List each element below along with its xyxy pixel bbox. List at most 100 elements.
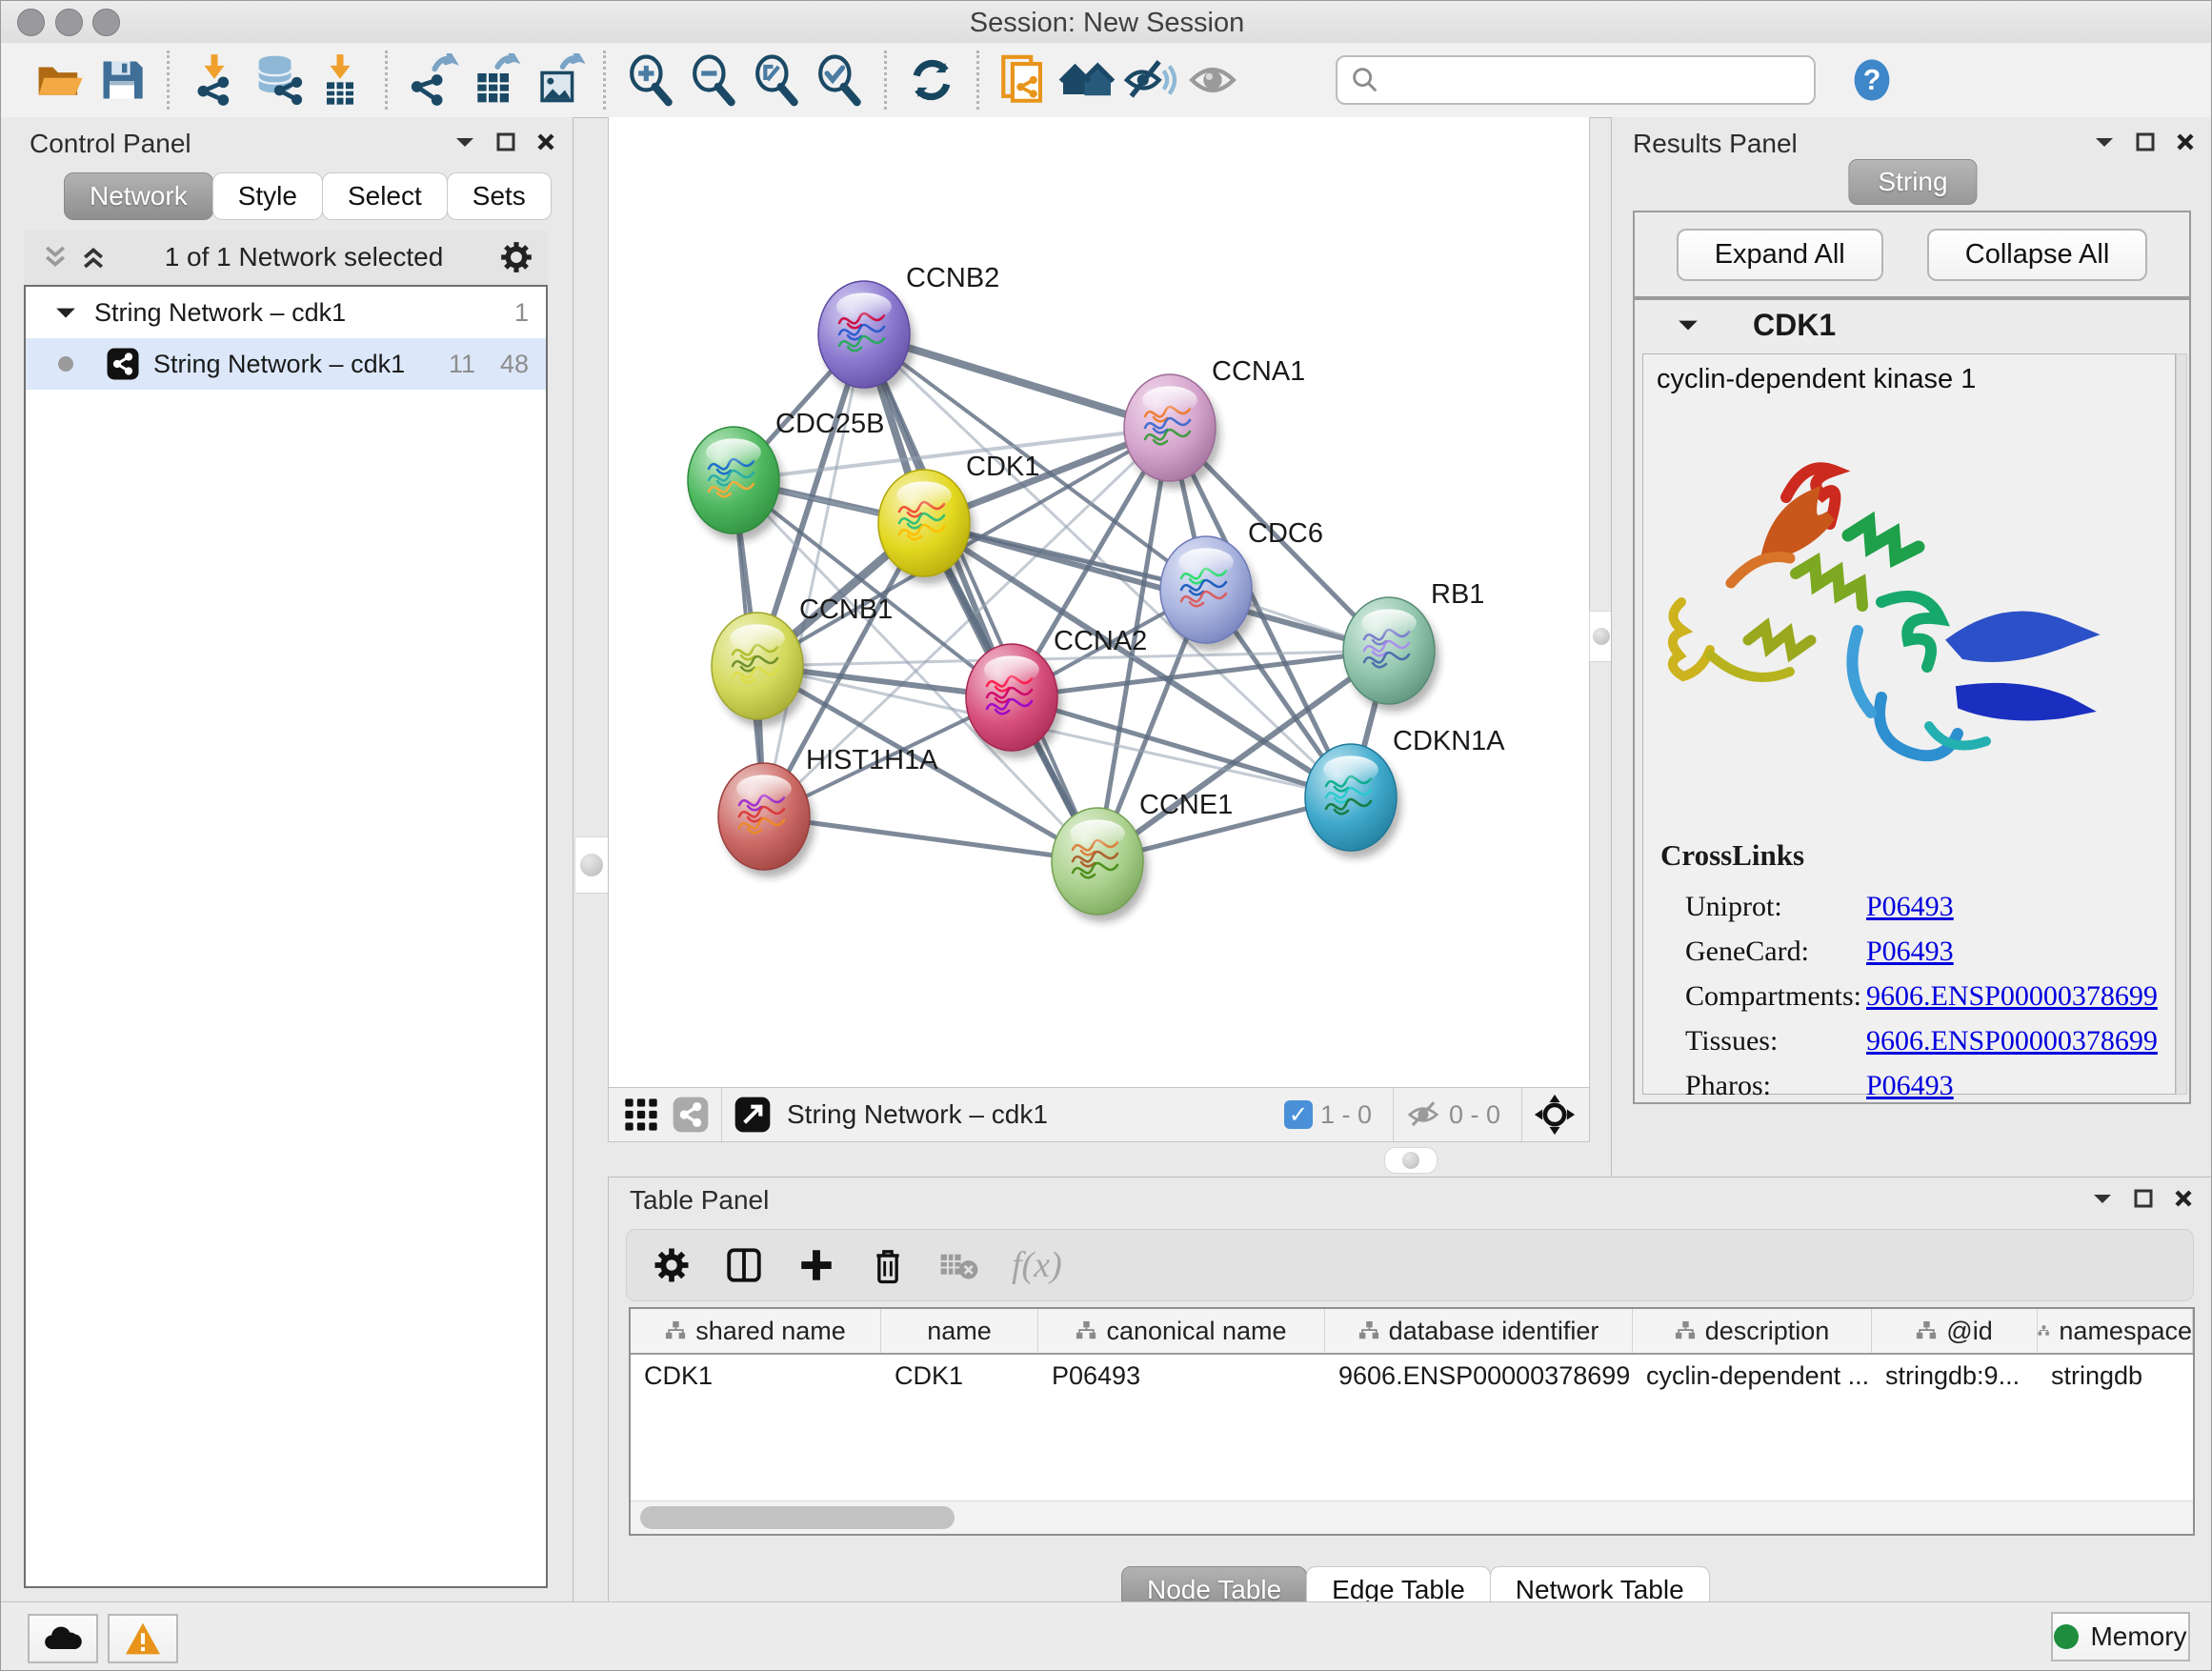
search-input[interactable]	[1389, 65, 1802, 96]
network-canvas[interactable]: CCNB2CCNA1CDC25BCDK1CDC6RB1CCNB1CCNA2CDK…	[608, 117, 1590, 1087]
export-image-button[interactable]	[527, 49, 590, 111]
help-button[interactable]: ?	[1840, 49, 1903, 111]
crosslink-label: Compartments:	[1685, 980, 1866, 1013]
table-horizontal-scrollbar[interactable]	[631, 1500, 2193, 1534]
expand-all-icon[interactable]	[77, 243, 110, 272]
table-cell[interactable]: CDK1	[631, 1355, 881, 1397]
open-in-window-icon[interactable]	[734, 1096, 772, 1134]
column-header-name[interactable]: name	[881, 1309, 1038, 1353]
column-header-database-identifier[interactable]: database identifier	[1325, 1309, 1633, 1353]
tab-style[interactable]: Style	[212, 172, 323, 220]
open-session-button[interactable]	[28, 49, 90, 111]
column-header-namespace[interactable]: namespace	[2038, 1309, 2193, 1353]
table-header-row: shared namenamecanonical namedatabase id…	[631, 1309, 2193, 1355]
crosslink-link[interactable]: 9606.ENSP00000378699	[1866, 1025, 2158, 1057]
panel-close-icon[interactable]	[2176, 132, 2195, 151]
network-node[interactable]	[966, 644, 1062, 758]
panel-float-icon[interactable]	[496, 132, 515, 151]
scrollbar-thumb[interactable]	[640, 1506, 955, 1529]
search-field[interactable]	[1336, 55, 1816, 105]
panel-float-icon[interactable]	[2136, 132, 2155, 151]
export-network-icon	[406, 53, 459, 107]
birds-eye-icon[interactable]	[1534, 1094, 1576, 1136]
panel-close-icon[interactable]	[536, 132, 555, 151]
selected-checkbox-icon[interactable]: ✓	[1284, 1100, 1313, 1129]
network-node[interactable]	[1305, 744, 1401, 858]
tab-select[interactable]: Select	[322, 172, 448, 220]
add-column-icon[interactable]	[796, 1245, 836, 1285]
protein-header[interactable]: CDK1	[1635, 300, 2189, 350]
table-cell[interactable]: CDK1	[881, 1355, 1038, 1397]
network-node[interactable]	[1160, 536, 1257, 651]
function-builder-button[interactable]: f(x)	[1012, 1244, 1062, 1286]
zoom-out-button[interactable]	[682, 49, 745, 111]
node-label: RB1	[1431, 579, 1484, 610]
grid-icon[interactable]	[622, 1096, 660, 1134]
column-header-canonical-name[interactable]: canonical name	[1038, 1309, 1325, 1353]
memory-button[interactable]: Memory	[2051, 1612, 2190, 1661]
panel-menu-icon[interactable]	[454, 135, 475, 149]
export-table-button[interactable]	[464, 49, 527, 111]
export-network-button[interactable]	[401, 49, 464, 111]
gear-icon[interactable]	[498, 239, 534, 275]
clone-network-button[interactable]	[993, 49, 1056, 111]
cloud-status-button[interactable]	[28, 1614, 98, 1663]
show-all-button[interactable]	[1181, 49, 1244, 111]
show-columns-icon[interactable]	[724, 1245, 764, 1285]
panel-menu-icon[interactable]	[2092, 1192, 2113, 1205]
network-node[interactable]	[818, 281, 915, 395]
panel-float-icon[interactable]	[2134, 1189, 2153, 1208]
results-scrollbar[interactable]	[2176, 353, 2187, 1095]
table-row[interactable]: CDK1CDK1P064939606.ENSP00000378699cyclin…	[631, 1355, 2193, 1397]
refresh-button[interactable]	[900, 49, 963, 111]
network-node[interactable]	[1343, 597, 1439, 712]
crosslink-link[interactable]: P06493	[1866, 1070, 1954, 1102]
table-settings-gear-icon[interactable]	[652, 1245, 692, 1285]
import-table-button[interactable]	[309, 49, 372, 111]
panel-close-icon[interactable]	[2174, 1189, 2193, 1208]
collapse-all-icon[interactable]	[39, 243, 71, 272]
network-node[interactable]	[1124, 374, 1220, 489]
crosslink-link[interactable]: P06493	[1866, 936, 1954, 968]
crosslink-link[interactable]: P06493	[1866, 891, 1954, 923]
network-node[interactable]	[878, 470, 975, 584]
table-cell[interactable]: 9606.ENSP00000378699	[1325, 1355, 1633, 1397]
crosslink-link[interactable]: 9606.ENSP00000378699	[1866, 980, 2158, 1013]
expand-all-button[interactable]: Expand All	[1677, 229, 1883, 281]
network-node[interactable]	[1052, 808, 1148, 922]
left-splitter-handle[interactable]	[574, 836, 609, 894]
import-network-database-button[interactable]	[246, 49, 309, 111]
column-header-description[interactable]: description	[1633, 1309, 1872, 1353]
first-neighbors-button[interactable]	[1056, 49, 1118, 111]
zoom-in-button[interactable]	[619, 49, 682, 111]
network-node[interactable]	[688, 427, 784, 541]
table-cell[interactable]: stringdb:9...	[1872, 1355, 2038, 1397]
network-graph[interactable]: CCNB2CCNA1CDC25BCDK1CDC6RB1CCNB1CCNA2CDK…	[609, 117, 1589, 1085]
network-tree-root-row[interactable]: String Network – cdk1 1	[26, 287, 546, 338]
results-tab-string[interactable]: String	[1848, 159, 1977, 205]
panel-menu-icon[interactable]	[2094, 135, 2115, 149]
hidden-eye-icon[interactable]	[1405, 1097, 1441, 1133]
delete-table-icon[interactable]	[939, 1248, 979, 1282]
hide-selected-button[interactable]	[1118, 49, 1181, 111]
save-session-button[interactable]	[90, 49, 153, 111]
network-tree-item-row[interactable]: String Network – cdk1 11 48	[26, 338, 546, 390]
horizontal-splitter-handle[interactable]	[1384, 1147, 1438, 1174]
tree-expander-icon[interactable]	[54, 305, 77, 320]
delete-column-icon[interactable]	[869, 1245, 907, 1285]
warnings-button[interactable]	[108, 1614, 178, 1663]
table-cell[interactable]: stringdb	[2038, 1355, 2193, 1397]
zoom-selected-button[interactable]	[808, 49, 871, 111]
tab-network[interactable]: Network	[64, 172, 213, 220]
section-expander-icon[interactable]	[1677, 317, 1699, 332]
graphics-details-icon[interactable]	[672, 1096, 710, 1134]
column-header-shared-name[interactable]: shared name	[631, 1309, 881, 1353]
network-edge[interactable]	[864, 334, 1097, 861]
tab-sets[interactable]: Sets	[447, 172, 552, 220]
column-header--id[interactable]: @id	[1872, 1309, 2038, 1353]
import-network-file-button[interactable]	[183, 49, 246, 111]
table-cell[interactable]: P06493	[1038, 1355, 1325, 1397]
collapse-all-button[interactable]: Collapse All	[1927, 229, 2148, 281]
table-cell[interactable]: cyclin-dependent ...	[1633, 1355, 1872, 1397]
zoom-fit-button[interactable]	[745, 49, 808, 111]
